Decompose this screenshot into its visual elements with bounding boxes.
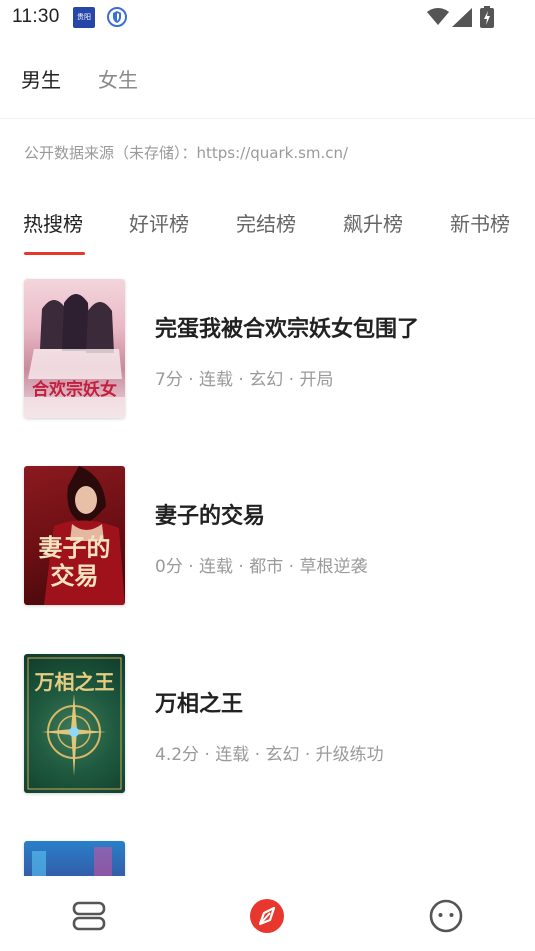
book-meta: 4.2分 · 连载 · 玄幻 · 升级练功	[155, 745, 384, 765]
status-time: 11:30	[12, 6, 60, 27]
list-item[interactable]: 万相之王 万相之王 4.2分 · 连载 · 玄幻 · 升级练功	[0, 654, 535, 794]
book-title[interactable]: 完蛋我被合欢宗妖女包围了	[155, 311, 419, 343]
book-cover[interactable]: 万相之王	[24, 654, 125, 793]
active-tab-indicator	[24, 252, 85, 255]
battery-charging-icon	[480, 6, 494, 28]
tab-hot-search[interactable]: 热搜榜	[23, 208, 83, 237]
tab-good-reviews[interactable]: 好评榜	[129, 208, 189, 237]
book-cover[interactable]: 合欢宗妖女	[24, 279, 125, 418]
divider	[0, 118, 535, 119]
app-badge-icon: 贵阳	[73, 7, 95, 28]
tab-male[interactable]: 男生	[21, 64, 61, 93]
list-item[interactable]	[0, 841, 535, 876]
book-title[interactable]: 万相之王	[155, 686, 243, 718]
signal-icon	[452, 8, 472, 27]
bookshelf-icon[interactable]	[69, 896, 109, 936]
book-cover[interactable]	[24, 841, 125, 876]
tab-completed[interactable]: 完结榜	[236, 208, 296, 237]
gender-tabs: 男生 女生	[0, 60, 535, 100]
cover-art	[32, 847, 112, 876]
discover-compass-icon[interactable]	[247, 896, 287, 936]
book-title[interactable]: 妻子的交易	[155, 498, 265, 530]
list-item[interactable]: 合欢宗妖女 完蛋我被合欢宗妖女包围了 7分 · 连载 · 玄幻 · 开局	[0, 279, 535, 419]
tab-female[interactable]: 女生	[98, 64, 138, 93]
wifi-icon	[427, 8, 449, 25]
cover-title-text: 合欢宗妖女	[32, 380, 117, 400]
ranking-tabs: 热搜榜 好评榜 完结榜 飙升榜 新书榜	[0, 204, 535, 260]
book-meta: 0分 · 连载 · 都市 · 草根逆袭	[155, 557, 368, 577]
cover-title-text: 妻子的交易	[38, 533, 111, 590]
shield-icon	[107, 7, 127, 27]
status-bar: 11:30 贵阳	[0, 0, 535, 36]
book-cover[interactable]: 妻子的交易	[24, 466, 125, 605]
book-list: 合欢宗妖女 完蛋我被合欢宗妖女包围了 7分 · 连载 · 玄幻 · 开局 妻子的…	[0, 270, 535, 876]
data-source-note: 公开数据来源（未存储）：https://quark.sm.cn/	[24, 144, 349, 162]
book-meta: 7分 · 连载 · 玄幻 · 开局	[155, 370, 334, 390]
list-item[interactable]: 妻子的交易 妻子的交易 0分 · 连载 · 都市 · 草根逆袭	[0, 466, 535, 606]
cover-title-text: 万相之王	[34, 670, 115, 694]
bottom-nav	[0, 876, 535, 951]
tab-rising[interactable]: 飙升榜	[343, 208, 403, 237]
profile-face-icon[interactable]	[426, 896, 466, 936]
tab-new-books[interactable]: 新书榜	[450, 208, 510, 237]
